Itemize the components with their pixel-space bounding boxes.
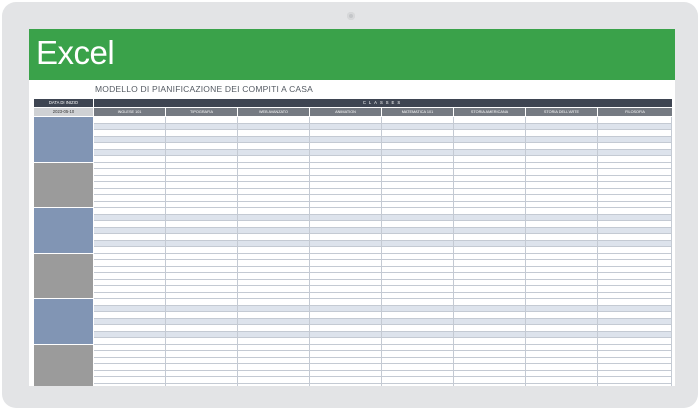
- day-block[interactable]: [34, 117, 93, 162]
- column-header[interactable]: STORIA AMERICANA: [454, 108, 525, 116]
- table-cell[interactable]: [166, 383, 238, 386]
- spreadsheet-screen: Excel MODELLO DI PIANIFICAZIONE DEI COMP…: [29, 29, 675, 386]
- column-header[interactable]: STORIA DELL'ARTE: [526, 108, 597, 116]
- day-block[interactable]: [34, 299, 93, 344]
- column-header[interactable]: INGLESE 101: [94, 108, 165, 116]
- day-block[interactable]: [34, 162, 93, 207]
- table-cell[interactable]: [310, 383, 382, 386]
- app-banner: Excel: [29, 29, 675, 80]
- day-block[interactable]: [34, 253, 93, 298]
- sheet-title: MODELLO DI PIANIFICAZIONE DEI COMPITI A …: [95, 84, 314, 94]
- column-header[interactable]: TIPOGRAFIA: [166, 108, 237, 116]
- table-cell[interactable]: [238, 383, 310, 386]
- table-cell[interactable]: [454, 383, 526, 386]
- day-block[interactable]: [34, 208, 93, 253]
- table-cell[interactable]: [526, 383, 598, 386]
- table-cell[interactable]: [94, 383, 166, 386]
- table-cell[interactable]: [598, 383, 672, 386]
- column-header[interactable]: WEB AVANZATO: [238, 108, 309, 116]
- laptop-frame: Excel MODELLO DI PIANIFICAZIONE DEI COMP…: [2, 2, 698, 408]
- table-row: [94, 383, 672, 386]
- classes-header: CLASSES: [94, 99, 672, 107]
- column-header[interactable]: ANIMATION: [310, 108, 381, 116]
- start-date-header: DATA DI INIZIO: [34, 99, 93, 107]
- column-header[interactable]: MATEMATICA 101: [382, 108, 453, 116]
- start-date-cell[interactable]: 2023-05-10: [34, 108, 93, 116]
- day-block[interactable]: [34, 344, 93, 386]
- table-cell[interactable]: [382, 383, 454, 386]
- camera-icon: [347, 12, 355, 20]
- excel-logo: Excel: [36, 34, 115, 71]
- column-header[interactable]: FILOSOFIA: [598, 108, 672, 116]
